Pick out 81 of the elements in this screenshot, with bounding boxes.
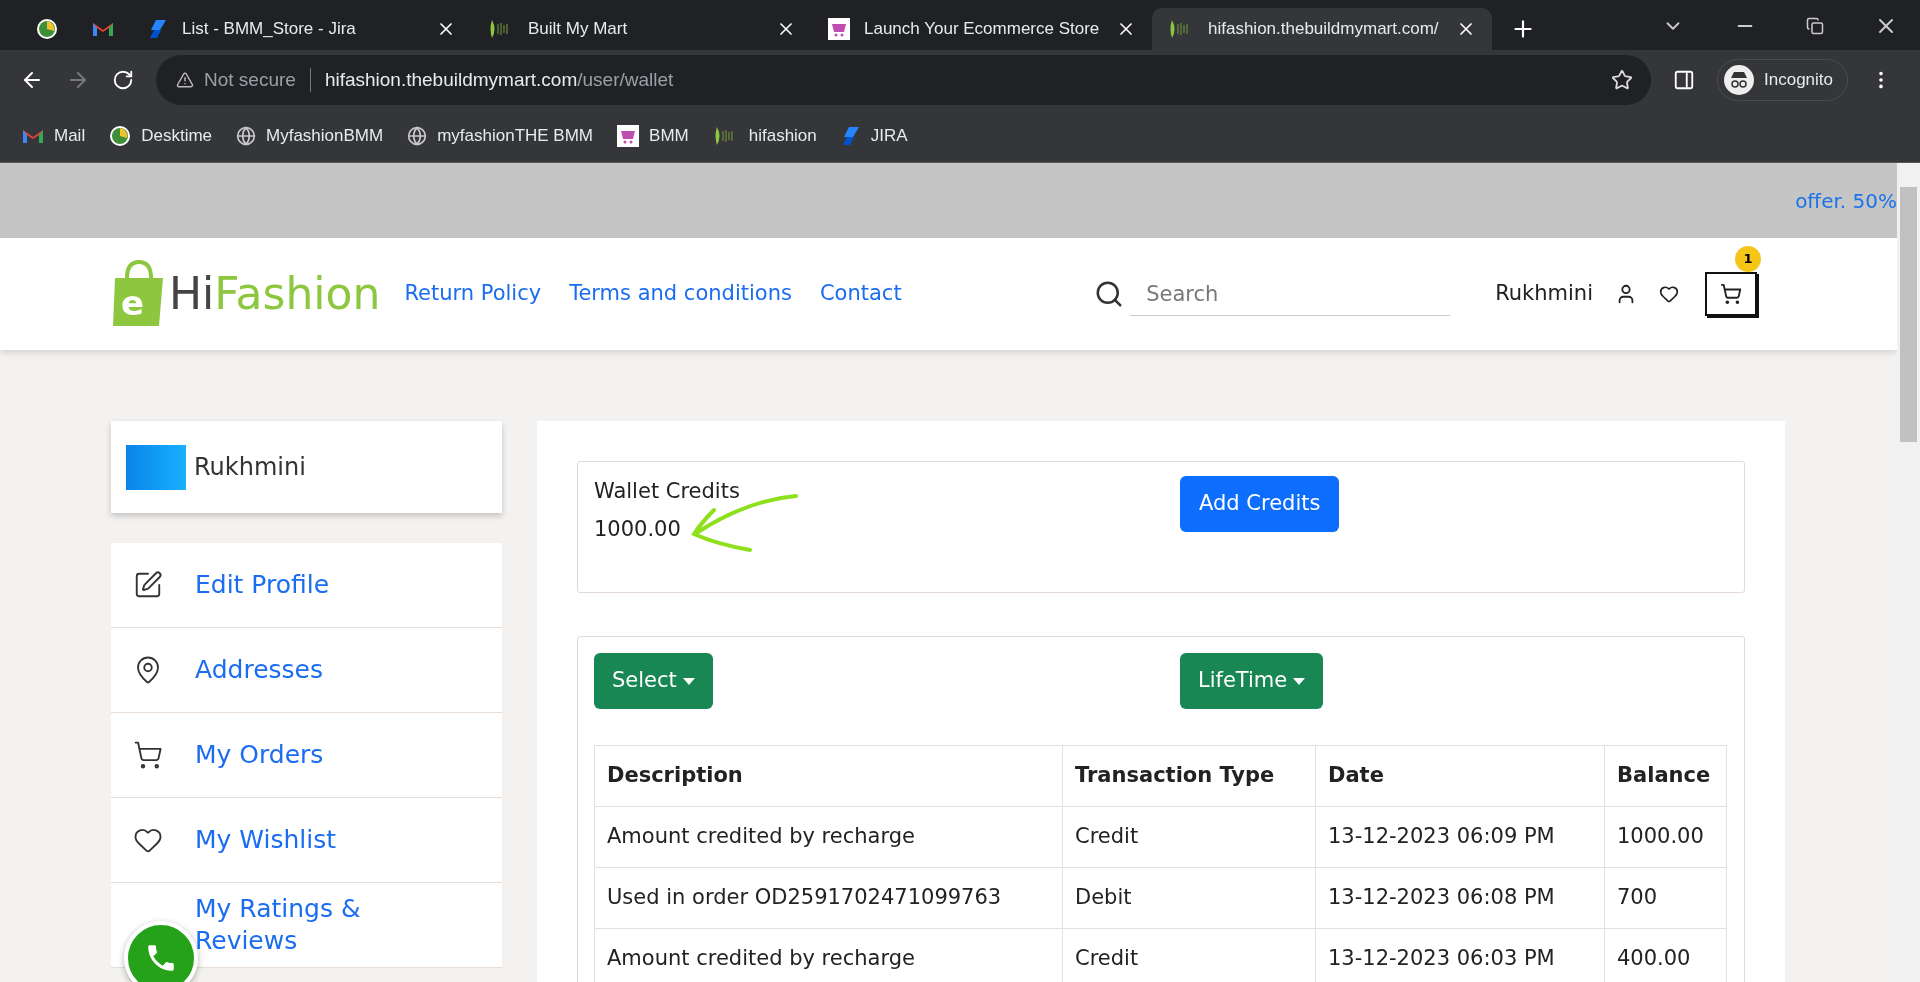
- bookmark-item[interactable]: JIRA: [840, 123, 908, 149]
- browser-tab[interactable]: List - BMM_Store - Jira: [132, 8, 472, 50]
- globe-icon: [407, 126, 428, 146]
- mail-icon: [22, 128, 44, 144]
- menu-item-label: My Ratings & Reviews: [195, 893, 362, 957]
- cart-count-badge: 1: [1735, 246, 1761, 272]
- url-text: hifashion.thebuildmymart.com/user/wallet: [324, 67, 674, 92]
- bookmark-item[interactable]: BMM: [617, 123, 689, 149]
- caret-icon: [682, 677, 695, 685]
- dropdown-button[interactable]: Select: [594, 653, 713, 709]
- menu-item-label: Edit Profile: [195, 569, 331, 601]
- column-header: Transaction Type: [1062, 745, 1316, 807]
- browser-tab[interactable]: Built My Mart: [472, 8, 812, 50]
- avatar: [126, 444, 186, 490]
- tab-title: Launch Your Ecommerce Store: [864, 18, 1101, 41]
- restore-icon[interactable]: [1806, 17, 1824, 35]
- bookmark-item[interactable]: myfashionTHE BMM: [407, 123, 594, 149]
- table-cell: Amount credited by recharge: [594, 806, 1063, 868]
- table-cell: 13-12-2023 06:08 PM: [1315, 867, 1605, 929]
- profile-name: Rukhmini: [194, 452, 306, 483]
- logo-mark: e: [121, 286, 145, 320]
- browser-tab[interactable]: hifashion.thebuildmymart.com/: [1152, 8, 1492, 50]
- mail-icon: [92, 21, 114, 37]
- cart-icon: [1720, 283, 1742, 305]
- reload-icon[interactable]: [112, 69, 134, 91]
- add-credits-button[interactable]: Add Credits: [1180, 476, 1340, 532]
- edit-icon: [133, 570, 163, 600]
- tab-title: List - BMM_Store - Jira: [182, 18, 357, 41]
- side-panel-icon[interactable]: [1673, 69, 1695, 91]
- nav-link[interactable]: Contact: [819, 278, 902, 310]
- clock-icon: [109, 125, 132, 147]
- table-cell: Debit: [1062, 867, 1316, 929]
- browser-tab[interactable]: Launch Your Ecommerce Store: [812, 8, 1152, 50]
- cart-logo-icon: [617, 125, 640, 147]
- column-header: Date: [1315, 745, 1605, 807]
- heart-icon[interactable]: [1659, 284, 1679, 304]
- bookmark-item[interactable]: hifashion: [712, 123, 817, 149]
- bookmark-item[interactable]: Desktime: [109, 123, 213, 149]
- address-bar[interactable]: Not secure hifashion.thebuildmymart.com/user/wallet: [156, 55, 1651, 105]
- search-field[interactable]: Search: [1130, 272, 1451, 316]
- user-name: Rukhmini: [1495, 280, 1593, 308]
- warning-icon: [176, 71, 194, 89]
- menu-item-label: My Wishlist: [195, 824, 337, 856]
- menu-item[interactable]: Edit Profile: [111, 543, 502, 628]
- bookmark-item[interactable]: MyfashionBMM: [236, 123, 384, 149]
- nav-link[interactable]: Terms and conditions: [569, 278, 792, 310]
- security-label: Not secure: [204, 67, 296, 92]
- cart-icon: [133, 740, 163, 770]
- tab-title: Built My Mart: [528, 18, 629, 41]
- tab-title: hifashion.thebuildmymart.com/: [1208, 18, 1440, 41]
- menu-item-label: My Orders: [195, 739, 325, 771]
- caret-icon: [1293, 677, 1306, 685]
- table-cell: Used in order OD2591702471099763: [594, 867, 1063, 929]
- table-cell: 13-12-2023 06:09 PM: [1315, 806, 1605, 868]
- menu-item[interactable]: My Orders: [111, 713, 502, 798]
- menu-item-label: Addresses: [195, 654, 324, 686]
- slanted-bars-icon: [840, 126, 861, 146]
- column-header: Balance: [1604, 745, 1727, 807]
- wallet-label: Wallet Credits: [594, 478, 741, 505]
- cart-logo-icon: [828, 18, 850, 40]
- column-header: Description: [594, 745, 1063, 807]
- table-cell: Credit: [1062, 806, 1316, 868]
- menu-item[interactable]: Addresses: [111, 628, 502, 713]
- logo-text: HiFashion: [169, 272, 381, 316]
- dropdown-button[interactable]: LifeTime: [1180, 653, 1324, 709]
- bookmark-item[interactable]: Mail: [22, 123, 86, 149]
- offer-text: offer. 50%: [1795, 187, 1897, 215]
- logo[interactable]: e HiFashion: [111, 258, 381, 330]
- incognito-icon: [1724, 65, 1754, 95]
- wallet-amount: 1000.00: [594, 515, 682, 543]
- cart-button[interactable]: [1705, 272, 1757, 316]
- table-cell: Amount credited by recharge: [594, 928, 1063, 982]
- bookmark-star-icon[interactable]: [1611, 69, 1633, 91]
- table-cell: 700: [1604, 867, 1727, 929]
- nav-link[interactable]: Return Policy: [404, 278, 542, 310]
- menu-item[interactable]: My Wishlist: [111, 798, 502, 883]
- globe-icon: [236, 126, 257, 146]
- table-cell: 1000.00: [1604, 806, 1727, 868]
- profile-label: Incognito: [1764, 69, 1833, 92]
- clock-icon: [36, 18, 58, 40]
- slanted-bars-icon: [148, 19, 168, 39]
